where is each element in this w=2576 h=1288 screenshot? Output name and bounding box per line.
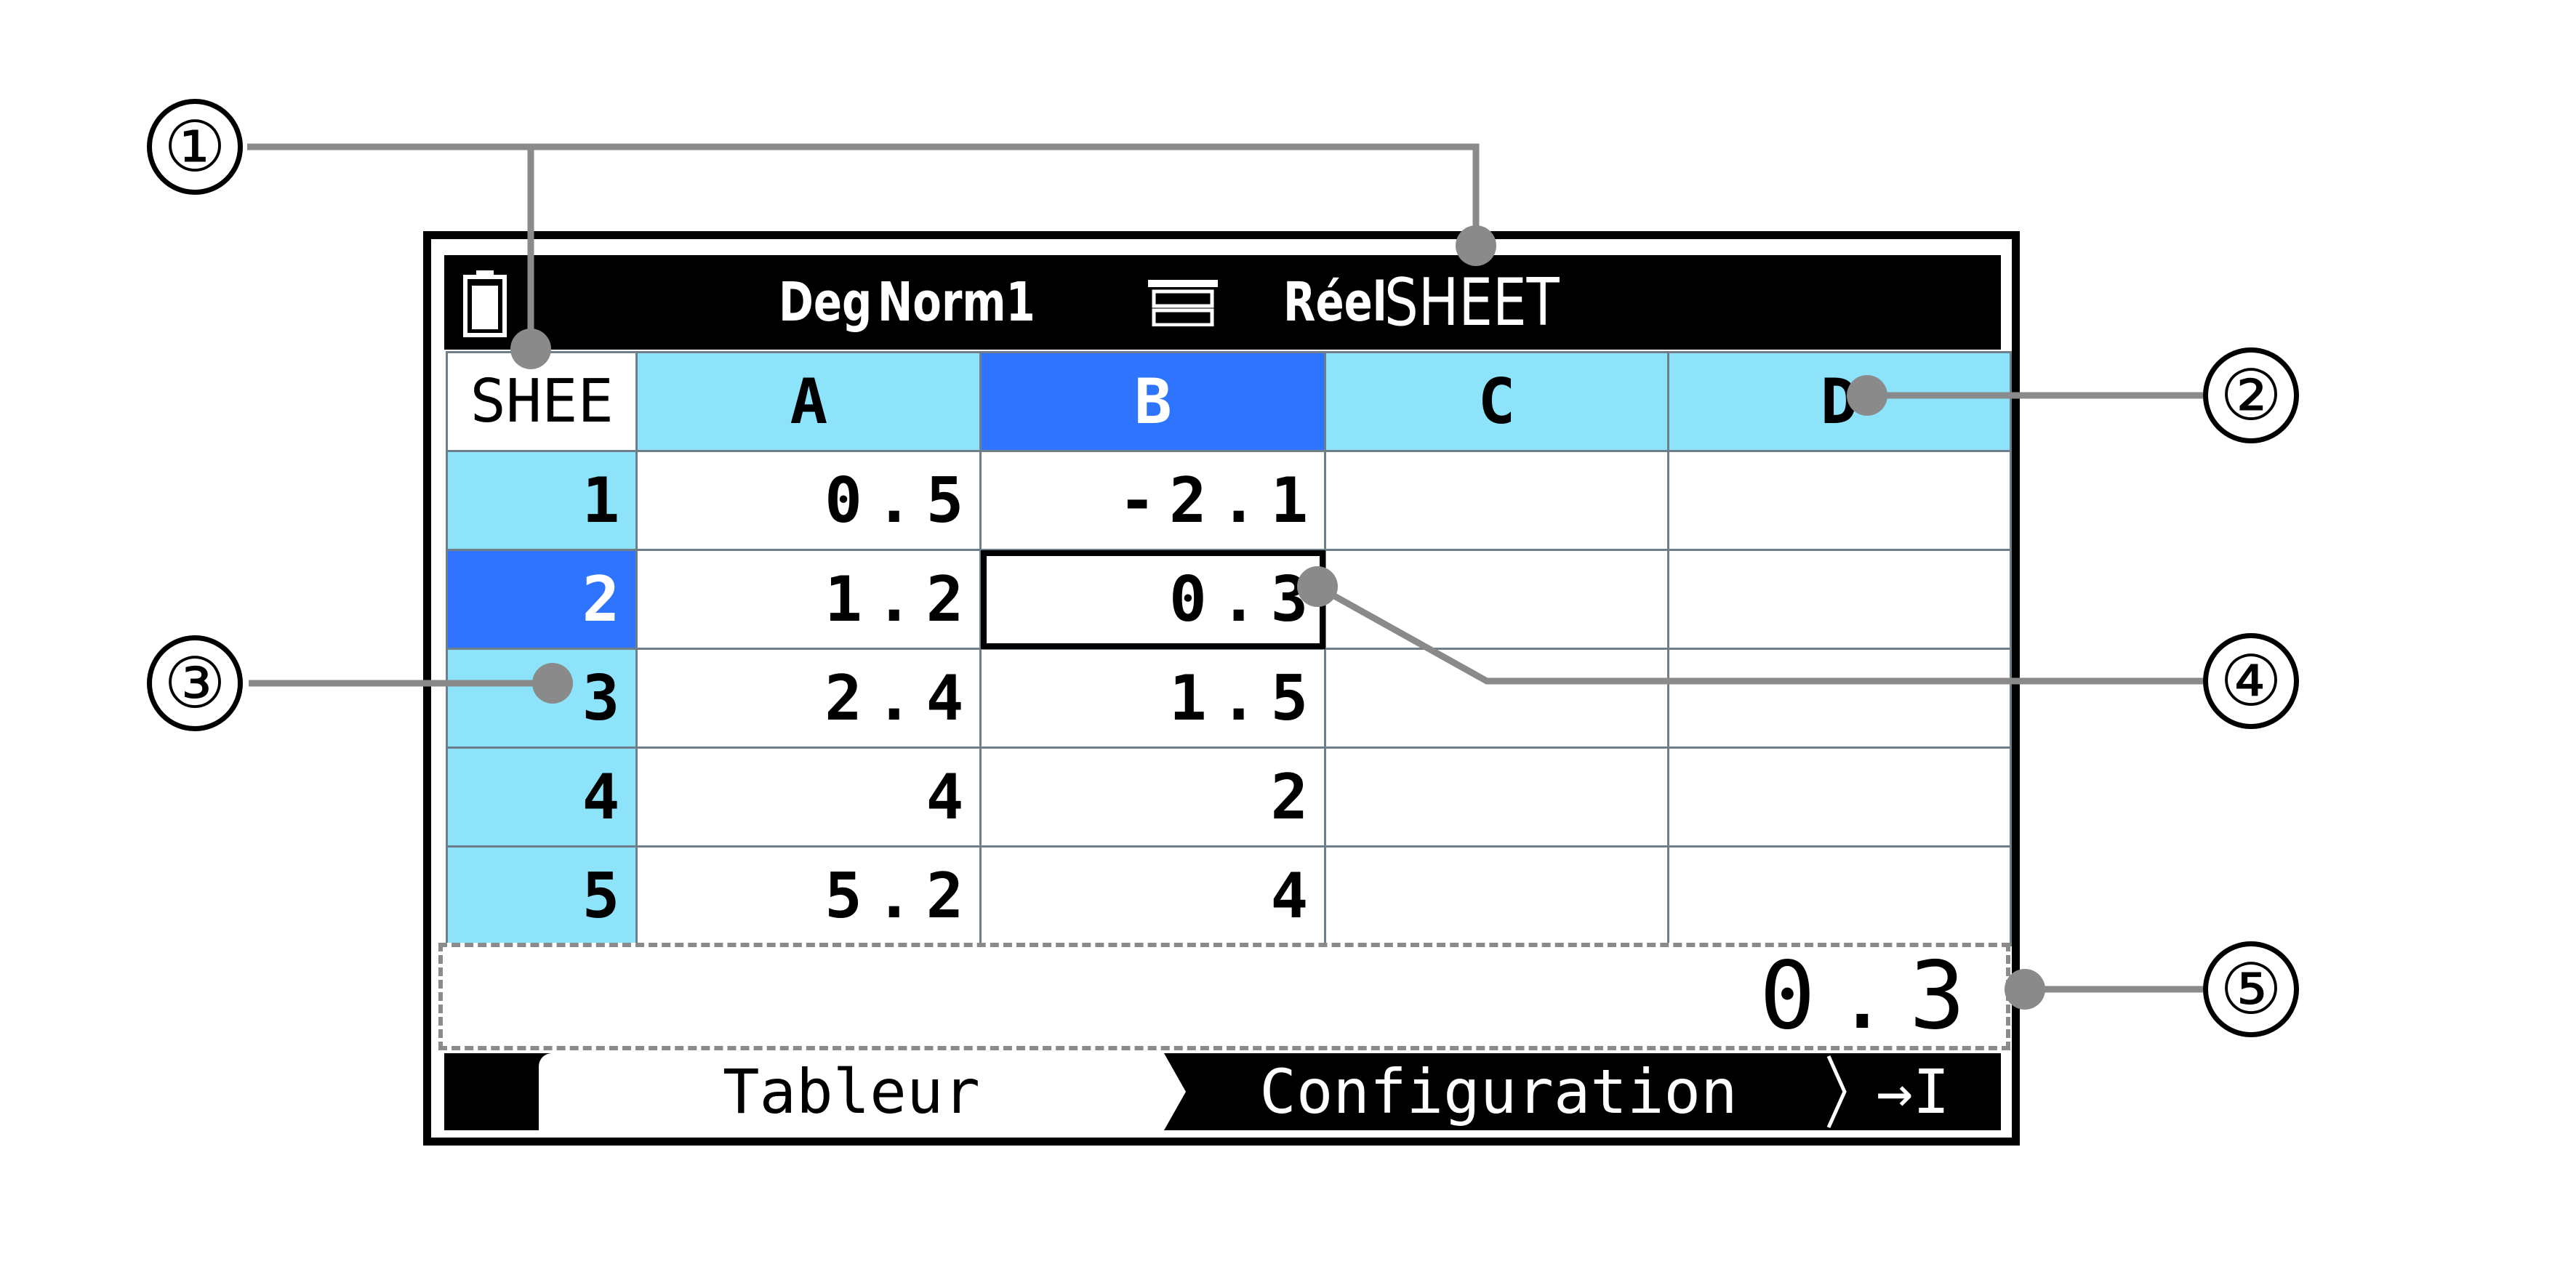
row-header-3[interactable]: 3	[445, 648, 638, 749]
callout-marker-3: ③	[147, 635, 243, 731]
cell-b5[interactable]: 4	[979, 845, 1327, 946]
cell-d4[interactable]	[1666, 746, 2013, 848]
cell-b4[interactable]: 2	[979, 746, 1327, 848]
next-page-icon[interactable]: →I	[1855, 1053, 1971, 1130]
column-header-row: SHEE A B C D	[445, 351, 2013, 452]
callout-marker-1: ①	[147, 99, 243, 195]
cell-c2[interactable]	[1324, 549, 1669, 650]
screen-split-icon	[1148, 280, 1218, 326]
cell-b3[interactable]: 1.5	[979, 648, 1327, 749]
display-format: Norm1	[878, 271, 1035, 334]
row-header-2[interactable]: 2	[445, 549, 638, 650]
tab-configuration[interactable]: Configuration	[1179, 1053, 1818, 1130]
sheet-name-corner: SHEE	[445, 351, 638, 452]
cell-d3[interactable]	[1666, 648, 2013, 749]
cell-b1[interactable]: -2.1	[979, 450, 1327, 551]
status-bar: Deg Norm1 Réel SHEET	[444, 255, 2001, 350]
cell-b2-active[interactable]: 0.3	[979, 549, 1327, 650]
cell-c5[interactable]	[1324, 845, 1669, 946]
callout-marker-2: ②	[2203, 347, 2299, 443]
cell-a2[interactable]: 1.2	[635, 549, 982, 650]
table-row: 1 0.5 -2.1	[445, 450, 2013, 551]
cell-d5[interactable]	[1666, 845, 2013, 946]
function-key-bar: Tableur Configuration →I	[444, 1053, 2001, 1130]
column-header-b[interactable]: B	[979, 351, 1327, 452]
cell-a3[interactable]: 2.4	[635, 648, 982, 749]
angle-unit: Deg	[779, 271, 872, 334]
row-header-4[interactable]: 4	[445, 746, 638, 848]
table-row: 4 4 2	[445, 746, 2013, 848]
cell-c1[interactable]	[1324, 450, 1669, 551]
cell-a1[interactable]: 0.5	[635, 450, 982, 551]
cell-d1[interactable]	[1666, 450, 2013, 551]
table-row: 5 5.2 4	[445, 845, 2013, 946]
cell-a4[interactable]: 4	[635, 746, 982, 848]
mode-name: SHEET	[1384, 264, 1560, 341]
edit-line-value: 0.3	[1759, 942, 1984, 1050]
cell-a5[interactable]: 5.2	[635, 845, 982, 946]
row-header-5[interactable]: 5	[445, 845, 638, 946]
cell-c3[interactable]	[1324, 648, 1669, 749]
tab-tableur[interactable]: Tableur	[539, 1053, 1186, 1130]
table-row: 3 2.4 1.5	[445, 648, 2013, 749]
cell-d2[interactable]	[1666, 549, 2013, 650]
callout-marker-4: ④	[2203, 633, 2299, 729]
edit-line[interactable]: 0.3	[438, 943, 2010, 1050]
tab-separator-icon	[1826, 1055, 1847, 1129]
cell-c4[interactable]	[1324, 746, 1669, 848]
table-row: 2 1.2 0.3	[445, 549, 2013, 650]
calculator-screen: Deg Norm1 Réel SHEET SHEE A B C D 1 0.5 …	[423, 231, 2020, 1146]
callout-marker-5: ⑤	[2203, 941, 2299, 1037]
complex-mode: Réel	[1283, 271, 1387, 334]
spreadsheet-grid: SHEE A B C D 1 0.5 -2.1 2 1.2 0.3 3 2.4 …	[445, 351, 2013, 946]
column-header-a[interactable]: A	[635, 351, 982, 452]
column-header-d[interactable]: D	[1666, 351, 2013, 452]
row-header-1[interactable]: 1	[445, 450, 638, 551]
column-header-c[interactable]: C	[1324, 351, 1669, 452]
